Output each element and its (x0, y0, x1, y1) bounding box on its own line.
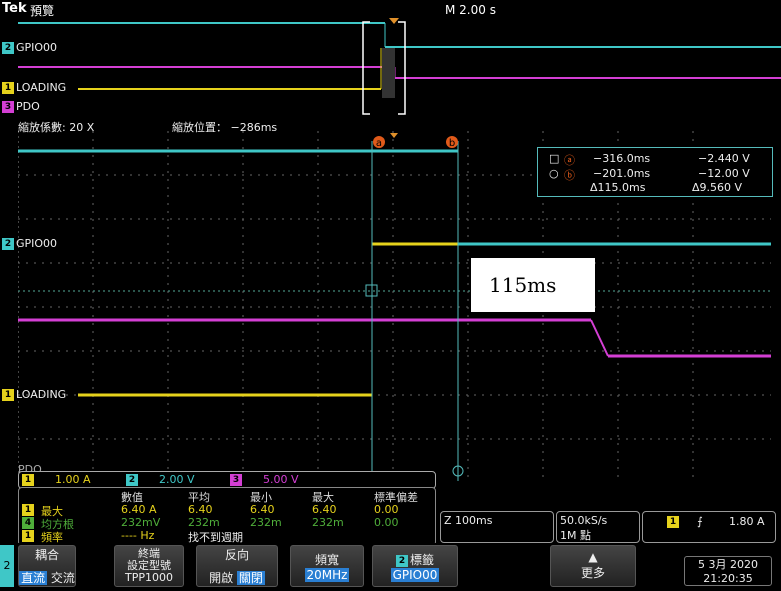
label-value: GPIO00 (390, 568, 440, 582)
measurement-table[interactable]: 數值 平均 最小 最大 標準偏差 1 最大 6.40 A 6.40 6.40 6… (18, 487, 436, 546)
zoom-timebase-box[interactable]: Z 100ms (440, 511, 554, 543)
ch1-scale[interactable]: 1.00 A (55, 473, 91, 486)
top-bar (0, 0, 781, 19)
cursor-a-time: −316.0ms (593, 152, 651, 165)
square-icon: □ (549, 152, 560, 165)
cursor-b-marker[interactable]: b (449, 138, 455, 149)
ch1-badge: 1 (22, 474, 34, 486)
invert-title: 反向 (224, 548, 249, 562)
trigger-ch-badge: 1 (667, 516, 679, 528)
ch2-badge: 2 (126, 474, 138, 486)
time: 21:20:35 (703, 572, 753, 585)
cursor-b-icon: ⓑ (564, 169, 575, 182)
termination-button[interactable]: 終端 設定型號 TPP1000 (114, 545, 184, 587)
invert-off[interactable]: 關閉 (236, 571, 265, 585)
bandwidth-title: 頻寬 (314, 553, 339, 567)
ch2-scale[interactable]: 2.00 V (159, 473, 195, 486)
main-ch1-label: 1 LOADING (2, 388, 66, 401)
row1-mean: 6.40 (188, 503, 213, 516)
sample-rate-box[interactable]: 50.0kS/s 1M 點 (556, 511, 640, 543)
row3-badge: 1 (22, 530, 34, 542)
ch3-badge: 3 (230, 474, 242, 486)
row1-max: 6.40 (312, 503, 337, 516)
label-button[interactable]: 2 標籤 GPIO00 (372, 545, 458, 587)
main-ch1-name: LOADING (16, 388, 67, 401)
overview-ch2-label: 2 GPIO00 (2, 41, 57, 54)
cursor-readout: □ ⓐ −316.0ms −2.440 V ○ ⓑ −201.0ms −12.0… (537, 147, 773, 197)
overview-ch3-label: 3 PDO (2, 100, 40, 113)
date: 5 3月 2020 (698, 558, 758, 571)
cursor-a-volt: −2.440 V (698, 152, 750, 165)
trigger-level: 1.80 A (729, 515, 765, 528)
cursor-b-volt: −12.00 V (698, 167, 750, 180)
brand-logo: Tek (2, 1, 27, 16)
label-title: 標籤 (409, 553, 434, 567)
chevron-up-icon: ▲ (588, 550, 598, 564)
rising-edge-icon: ⨍ (697, 515, 703, 528)
row2-min: 232m (250, 516, 282, 529)
probe-model: TPP1000 (125, 571, 173, 584)
overview-ch2-name: GPIO00 (16, 41, 58, 54)
ch2-badge: 2 (2, 238, 14, 250)
bandwidth-value: 20MHz (304, 568, 350, 582)
ch2-badge: 2 (2, 42, 14, 54)
trigger-box[interactable]: 1 ⨍ 1.80 A (642, 511, 776, 543)
circle-icon: ○ (549, 167, 559, 180)
invert-on[interactable]: 開啟 (209, 571, 233, 585)
coupling-dc[interactable]: 直流 (19, 571, 48, 585)
more-button[interactable]: ▲ 更多 (550, 545, 636, 587)
datetime-box: 5 3月 2020 21:20:35 (684, 556, 772, 586)
more-label: 更多 (580, 566, 605, 580)
zoom-timebase: Z 100ms (444, 514, 493, 527)
row1-stddev: 0.00 (374, 503, 399, 516)
annotation-label: 115ms (471, 258, 595, 312)
label-ch-badge: 2 (395, 554, 408, 567)
row2-value: 232mV (121, 516, 161, 529)
cursor-delta-volt: Δ9.560 V (692, 181, 743, 194)
ch1-badge: 1 (2, 82, 14, 94)
overview-ch1-label: 1 LOADING (2, 81, 66, 94)
cursor-delta-time: Δ115.0ms (590, 181, 646, 194)
ch1-badge: 1 (2, 389, 14, 401)
acquisition-mode: 預覽 (30, 4, 55, 18)
overview-ch1-name: LOADING (16, 81, 67, 94)
row2-mean: 232m (188, 516, 220, 529)
row1-value: 6.40 A (121, 503, 157, 516)
ch3-scale[interactable]: 5.00 V (263, 473, 299, 486)
coupling-ac[interactable]: 交流 (51, 571, 75, 585)
row2-max: 232m (312, 516, 344, 529)
coupling-title: 耦合 (34, 548, 59, 562)
row3-value: ---- Hz (121, 529, 155, 542)
ch3-badge: 3 (2, 101, 14, 113)
coupling-button[interactable]: 耦合 直流 交流 (18, 545, 76, 587)
channel-indicator: 2 (0, 545, 14, 587)
main-ch2-name: GPIO00 (16, 237, 58, 250)
row2-badge: 4 (22, 517, 34, 529)
overview-ch3-name: PDO (16, 100, 40, 113)
cursor-a-marker[interactable]: a (376, 138, 382, 149)
record-length: 1M 點 (560, 529, 591, 542)
sample-rate: 50.0kS/s (560, 514, 608, 527)
timebase-readout: M 2.00 s (445, 3, 496, 17)
invert-button[interactable]: 反向 開啟 關閉 (196, 545, 278, 587)
cursor-b-time: −201.0ms (593, 167, 651, 180)
row1-min: 6.40 (250, 503, 275, 516)
row1-badge: 1 (22, 504, 34, 516)
cursor-a-icon: ⓐ (564, 154, 575, 167)
row2-stddev: 0.00 (374, 516, 399, 529)
bandwidth-button[interactable]: 頻寬 20MHz (290, 545, 364, 587)
overview-waveform (18, 18, 781, 115)
main-ch2-label: 2 GPIO00 (2, 237, 57, 250)
